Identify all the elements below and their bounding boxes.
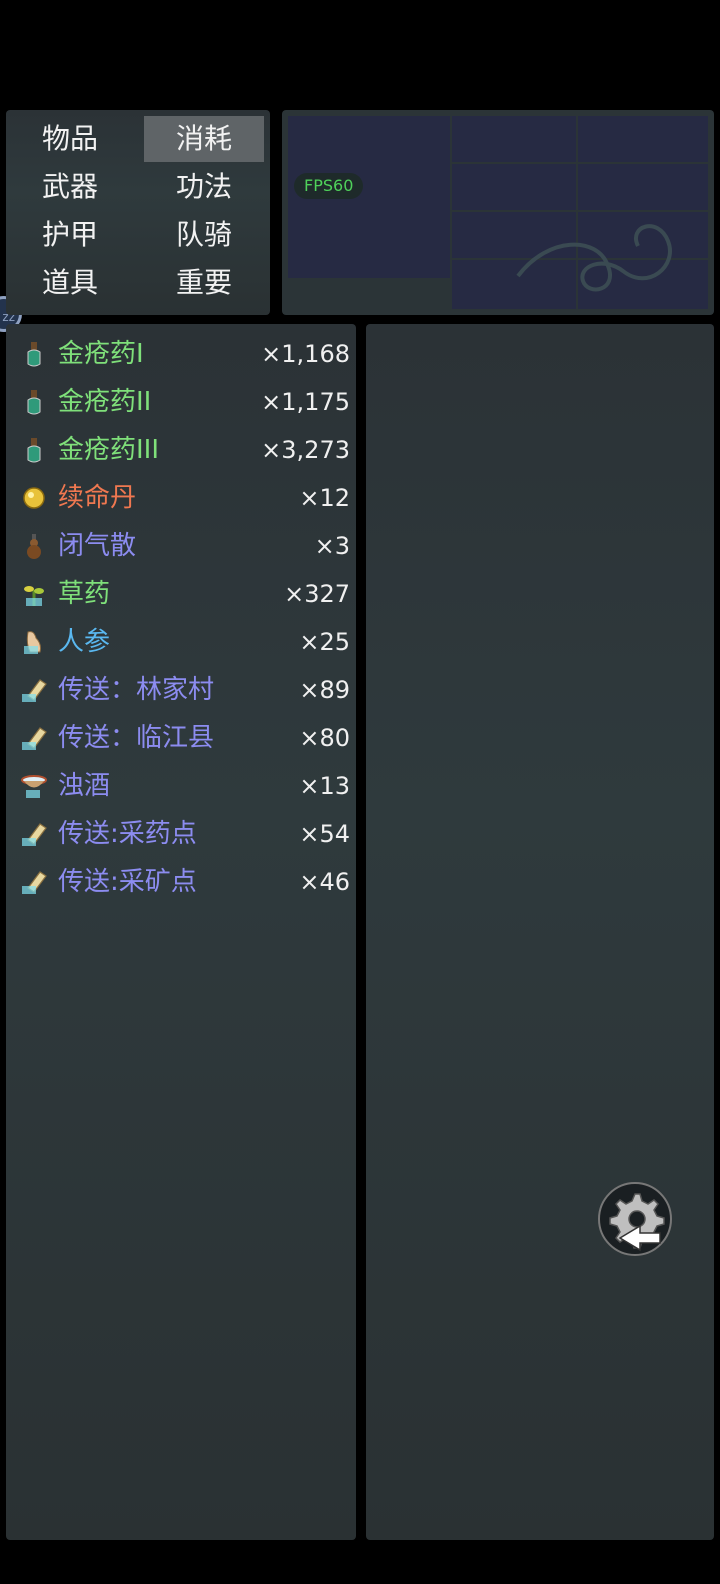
- item-row[interactable]: 草药 ×327: [20, 572, 350, 616]
- category-tab-2[interactable]: 武器: [10, 164, 130, 210]
- item-count: ×54: [299, 820, 350, 848]
- item-row[interactable]: 闭气散 ×3: [20, 524, 350, 568]
- item-detail-panel: [366, 324, 714, 1540]
- item-row[interactable]: 金疮药III ×3,273: [20, 428, 350, 472]
- item-name: 传送：林家村: [58, 675, 215, 705]
- item-count: ×89: [299, 676, 350, 704]
- item-name: 草药: [58, 579, 111, 609]
- item-count: ×46: [299, 868, 350, 896]
- category-tab-4[interactable]: 护甲: [10, 212, 130, 258]
- item-count: ×25: [299, 628, 350, 656]
- scroll-icon: [20, 820, 48, 848]
- potion-bottle-icon: [20, 340, 48, 368]
- scroll-icon: [20, 676, 48, 704]
- item-name: 传送：临江县: [58, 723, 215, 753]
- item-row[interactable]: 传送：临江县 ×80: [20, 716, 350, 760]
- item-name: 闭气散: [58, 531, 137, 561]
- item-row[interactable]: 浊酒 ×13: [20, 764, 350, 808]
- item-list-panel: 金疮药I ×1,168 金疮药II ×1,175 金疮药III ×3,273 续命丹 ×12 闭…: [6, 324, 356, 1540]
- category-tab-3[interactable]: 功法: [144, 164, 264, 210]
- item-count: ×1,168: [261, 340, 350, 368]
- item-name: 传送:采药点: [58, 819, 197, 849]
- wine-bowl-icon: [20, 772, 48, 800]
- herb-icon: [20, 580, 48, 608]
- item-count: ×3,273: [261, 436, 350, 464]
- item-name: 金疮药III: [58, 435, 160, 465]
- item-row[interactable]: 金疮药II ×1,175: [20, 380, 350, 424]
- map-tile: [452, 116, 576, 162]
- item-count: ×3: [314, 532, 350, 560]
- item-name: 续命丹: [58, 483, 137, 513]
- item-name: 金疮药I: [58, 339, 144, 369]
- item-row[interactable]: 续命丹 ×12: [20, 476, 350, 520]
- category-tab-0[interactable]: 物品: [10, 116, 130, 162]
- item-name: 金疮药II: [58, 387, 152, 417]
- category-panel: 物品 消耗 武器 功法 护甲 队骑 道具 重要: [6, 110, 270, 315]
- potion-bottle-icon: [20, 436, 48, 464]
- item-name: 浊酒: [58, 771, 111, 801]
- item-count: ×1,175: [261, 388, 350, 416]
- item-row[interactable]: 人参 ×25: [20, 620, 350, 664]
- item-row[interactable]: 传送:采药点 ×54: [20, 812, 350, 856]
- category-tab-7[interactable]: 重要: [144, 260, 264, 306]
- gourd-icon: [20, 532, 48, 560]
- scroll-icon: [20, 724, 48, 752]
- item-name: 传送:采矿点: [58, 867, 197, 897]
- minimap-panel: FPS60: [282, 110, 714, 315]
- item-name: 人参: [58, 627, 111, 657]
- item-count: ×12: [299, 484, 350, 512]
- item-count: ×13: [299, 772, 350, 800]
- gold-pill-icon: [20, 484, 48, 512]
- ginseng-icon: [20, 628, 48, 656]
- minimap[interactable]: FPS60: [288, 116, 708, 309]
- item-row[interactable]: 传送:采矿点 ×46: [20, 860, 350, 904]
- category-tab-5[interactable]: 队骑: [144, 212, 264, 258]
- item-row[interactable]: 传送：林家村 ×89: [20, 668, 350, 712]
- potion-bottle-icon: [20, 388, 48, 416]
- category-tab-1[interactable]: 消耗: [144, 116, 264, 162]
- fps-counter: FPS60: [294, 173, 364, 199]
- settings-back-button[interactable]: [596, 1180, 674, 1258]
- gear-icon: [598, 1182, 672, 1256]
- cloud-pattern: [516, 224, 672, 292]
- item-count: ×80: [299, 724, 350, 752]
- category-tab-6[interactable]: 道具: [10, 260, 130, 306]
- scroll-icon: [20, 868, 48, 896]
- item-count: ×327: [284, 580, 350, 608]
- item-row[interactable]: 金疮药I ×1,168: [20, 332, 350, 376]
- map-tile: [578, 116, 708, 162]
